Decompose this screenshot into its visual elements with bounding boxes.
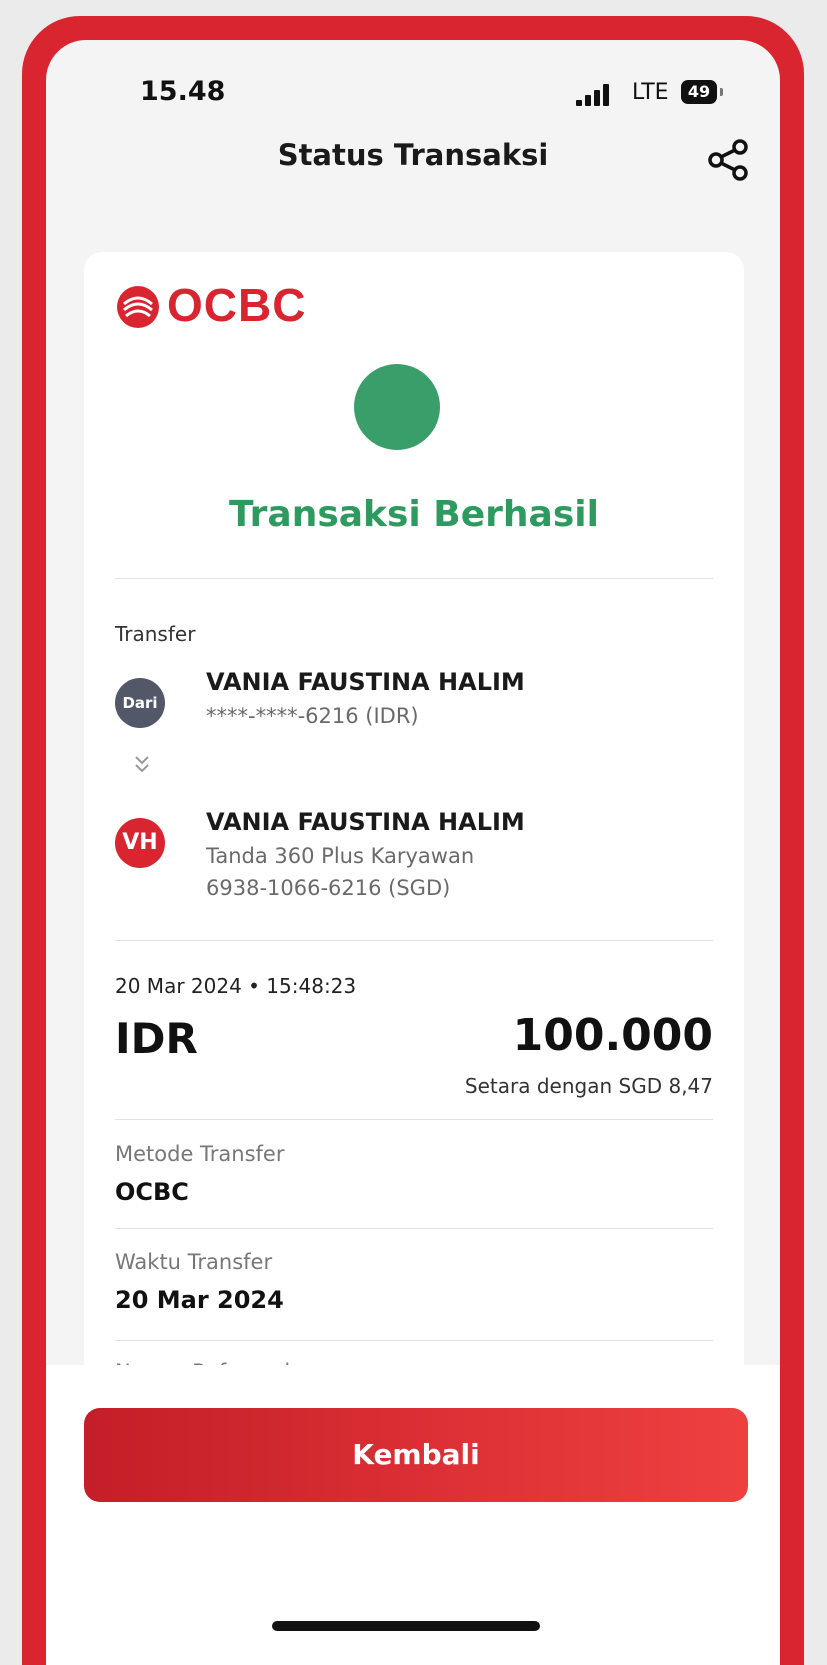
transaction-datetime: 20 Mar 2024 • 15:48:23	[115, 974, 357, 998]
detail-value: 20 Mar 2024	[115, 1286, 284, 1314]
transaction-card: OCBC Transaksi Berhasil Transfer Dari VA…	[84, 252, 744, 1452]
to-account: 6938-1066-6216 (SGD)	[206, 876, 451, 900]
logo-text: OCBC	[167, 279, 307, 331]
success-title: Transaksi Berhasil	[229, 494, 599, 535]
divider	[115, 1119, 713, 1120]
success-status-icon	[354, 364, 440, 450]
status-bar: 15.48 LTE 49	[46, 40, 780, 120]
detail-label: Waktu Transfer	[115, 1250, 273, 1274]
ocbc-logo: OCBC	[115, 279, 305, 332]
chevron-down-icon	[135, 756, 149, 773]
signal-icon	[576, 84, 616, 106]
amount-value: 100.000	[512, 1010, 713, 1061]
battery-icon: 49	[681, 80, 717, 104]
divider	[115, 1340, 713, 1341]
page-title: Status Transaksi	[277, 138, 549, 172]
battery-tip	[720, 88, 723, 96]
amount-equivalent: Setara dengan SGD 8,47	[464, 1074, 713, 1098]
to-account-type: Tanda 360 Plus Karyawan	[206, 844, 475, 868]
detail-value: OCBC	[115, 1178, 189, 1206]
divider	[115, 578, 713, 579]
from-name: VANIA FAUSTINA HALIM	[206, 668, 525, 696]
to-avatar: VH	[115, 818, 165, 868]
divider	[115, 1228, 713, 1229]
home-indicator	[272, 1621, 540, 1631]
to-name: VANIA FAUSTINA HALIM	[206, 808, 525, 836]
currency-code: IDR	[115, 1014, 198, 1063]
from-account: ****-****-6216 (IDR)	[206, 704, 419, 728]
detail-label: Metode Transfer	[115, 1142, 285, 1166]
back-button[interactable]: Kembali	[84, 1408, 748, 1502]
divider	[115, 940, 713, 941]
network-label: LTE	[632, 80, 669, 105]
share-icon[interactable]	[706, 137, 752, 183]
screen: 15.48 LTE 49 Status Transaksi OCBC Trans…	[46, 40, 780, 1665]
from-avatar: Dari	[115, 678, 165, 728]
status-time: 15.48	[140, 76, 226, 107]
ocbc-emblem-icon	[117, 286, 159, 328]
transfer-section-label: Transfer	[115, 622, 196, 646]
